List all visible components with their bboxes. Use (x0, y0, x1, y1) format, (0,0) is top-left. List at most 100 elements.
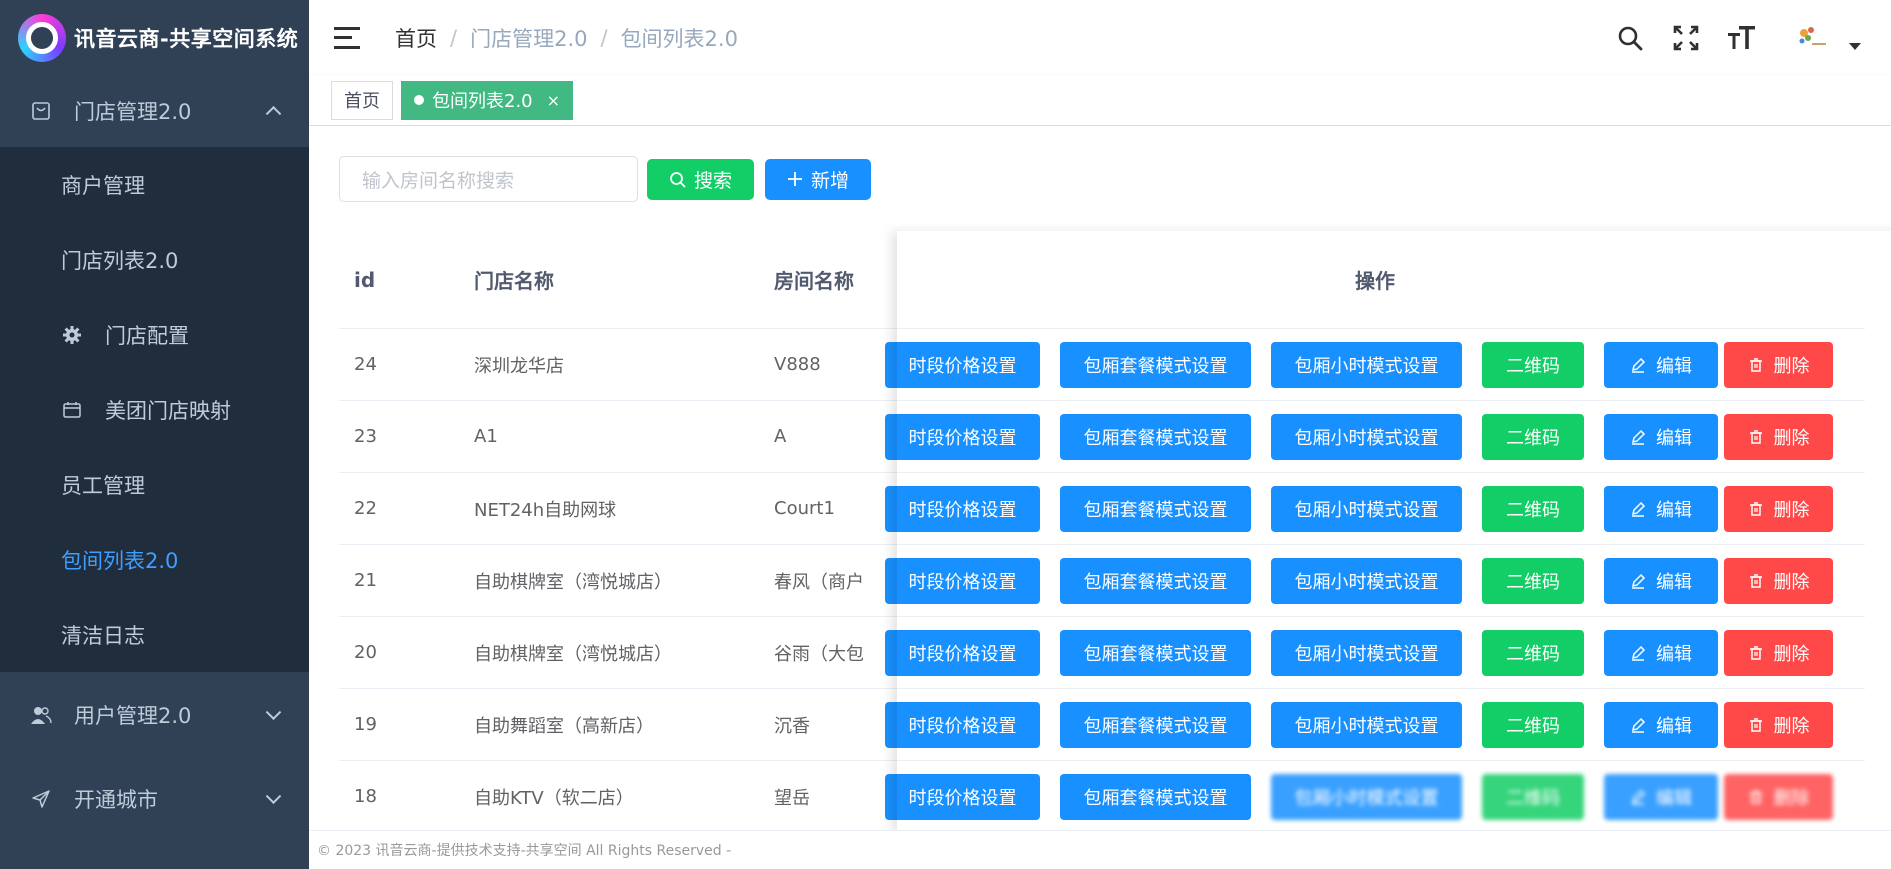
time-price-button[interactable]: 时段价格设置 (885, 341, 1040, 388)
edit-button-label: 编辑 (1656, 715, 1692, 737)
cell-id: 24 (354, 354, 377, 375)
hour-mode-button[interactable]: 包厢小时模式设置 (1271, 629, 1462, 676)
breadcrumb-home[interactable]: 首页 (395, 23, 437, 53)
close-icon[interactable]: × (547, 91, 560, 110)
sidebar-item-label: 门店列表2.0 (61, 248, 179, 273)
cell-actions: 时段价格设置 包厢套餐模式设置 包厢小时模式设置 二维码 编辑 删除 (863, 485, 1865, 532)
edit-button-label: 编辑 (1656, 643, 1692, 665)
delete-button[interactable]: 删除 (1724, 341, 1833, 388)
table-row: 22 NET24h自助网球 Court1 时段价格设置 包厢套餐模式设置 包厢小时模式设置… (339, 473, 1865, 545)
delete-button[interactable]: 删除 (1724, 485, 1833, 532)
package-mode-button[interactable]: 包厢套餐模式设置 (1060, 341, 1251, 388)
room-table: id 门店名称 房间名称 操作 24 深圳龙华店 V888 时段价格设置 包厢套餐模式设… (339, 231, 1865, 833)
cell-id: 22 (354, 498, 377, 519)
menu-group-store[interactable]: 门店管理2.0 (0, 75, 309, 147)
cell-store-name: NET24h自助网球 (474, 499, 617, 521)
menu-group-user[interactable]: 用户管理2.0 (0, 672, 309, 758)
qrcode-button[interactable]: 二维码 (1482, 485, 1584, 532)
footer: © 2023 讯音云商-提供技术支持-共享空间 All Rights Reser… (309, 830, 1891, 869)
breadcrumb-separator: / (600, 25, 608, 50)
delete-button-label: 删除 (1773, 571, 1810, 593)
tag-home[interactable]: 首页 (331, 80, 393, 120)
cell-room-name: A (774, 426, 787, 447)
column-header-room: 房间名称 (774, 269, 854, 293)
edit-button[interactable]: 编辑 (1604, 773, 1718, 820)
tag-room-list[interactable]: 包间列表2.0 × (401, 80, 574, 120)
cell-actions: 时段价格设置 包厢套餐模式设置 包厢小时模式设置 二维码 编辑 删除 (863, 413, 1865, 460)
add-button[interactable]: 新增 (765, 158, 872, 200)
qrcode-button[interactable]: 二维码 (1482, 413, 1584, 460)
time-price-button[interactable]: 时段价格设置 (885, 701, 1040, 748)
package-mode-button[interactable]: 包厢套餐模式设置 (1060, 557, 1251, 604)
delete-button[interactable]: 删除 (1724, 773, 1833, 820)
room-search-input[interactable]: 输入房间名称搜索 (339, 156, 638, 202)
sidebar-item-staff[interactable]: 员工管理 (0, 447, 309, 522)
edit-button[interactable]: 编辑 (1604, 341, 1718, 388)
avatar[interactable] (1791, 17, 1831, 58)
search-button[interactable]: 搜索 (647, 158, 755, 200)
time-price-button[interactable]: 时段价格设置 (885, 557, 1040, 604)
plus-icon (787, 171, 803, 187)
package-mode-button[interactable]: 包厢套餐模式设置 (1060, 773, 1251, 820)
sidebar-item-room-list[interactable]: 包间列表2.0 (0, 522, 309, 597)
sidebar-item-cleaning-log[interactable]: 清洁日志 (0, 597, 309, 672)
cell-room-name: 春风（商户无 (774, 571, 863, 593)
package-mode-button[interactable]: 包厢套餐模式设置 (1060, 629, 1251, 676)
sidebar-item-store-config[interactable]: 门店配置 (0, 297, 309, 372)
delete-button-label: 删除 (1773, 787, 1810, 809)
hour-mode-button[interactable]: 包厢小时模式设置 (1271, 773, 1462, 820)
cell-store-name: 深圳龙华店 (474, 355, 564, 377)
hour-mode-button[interactable]: 包厢小时模式设置 (1271, 485, 1462, 532)
edit-icon (1630, 429, 1646, 445)
hour-mode-button[interactable]: 包厢小时模式设置 (1271, 701, 1462, 748)
cell-actions: 时段价格设置 包厢套餐模式设置 包厢小时模式设置 二维码 编辑 删除 (863, 629, 1865, 676)
edit-button[interactable]: 编辑 (1604, 629, 1718, 676)
qrcode-button[interactable]: 二维码 (1482, 557, 1584, 604)
font-size-icon[interactable] (1728, 24, 1756, 52)
hour-mode-button[interactable]: 包厢小时模式设置 (1271, 341, 1462, 388)
time-price-button[interactable]: 时段价格设置 (885, 413, 1040, 460)
sidebar-item-meituan-map[interactable]: 美团门店映射 (0, 372, 309, 447)
time-price-button[interactable]: 时段价格设置 (885, 485, 1040, 532)
sidebar-item-store-list[interactable]: 门店列表2.0 (0, 222, 309, 297)
chevron-down-icon (265, 788, 282, 805)
edit-button[interactable]: 编辑 (1604, 413, 1718, 460)
sidebar-item-merchant[interactable]: 商户管理 (0, 147, 309, 222)
qrcode-button[interactable]: 二维码 (1482, 773, 1584, 820)
qrcode-button[interactable]: 二维码 (1482, 701, 1584, 748)
package-mode-button[interactable]: 包厢套餐模式设置 (1060, 485, 1251, 532)
breadcrumb-store-mgmt: 门店管理2.0 (470, 26, 588, 51)
hamburger-icon[interactable] (334, 26, 360, 49)
hour-mode-button[interactable]: 包厢小时模式设置 (1271, 413, 1462, 460)
cell-id: 18 (354, 786, 377, 807)
delete-button[interactable]: 删除 (1724, 701, 1833, 748)
time-price-button[interactable]: 时段价格设置 (885, 629, 1040, 676)
edit-button[interactable]: 编辑 (1604, 701, 1718, 748)
delete-button[interactable]: 删除 (1724, 413, 1833, 460)
menu-group-city[interactable]: 开通城市 (0, 758, 309, 840)
caret-down-icon[interactable] (1849, 43, 1861, 50)
delete-button[interactable]: 删除 (1724, 557, 1833, 604)
logo-icon (18, 13, 66, 62)
delete-button[interactable]: 删除 (1724, 629, 1833, 676)
qrcode-button[interactable]: 二维码 (1482, 629, 1584, 676)
hour-mode-button[interactable]: 包厢小时模式设置 (1271, 557, 1462, 604)
edit-button-label: 编辑 (1656, 355, 1692, 377)
edit-button[interactable]: 编辑 (1604, 557, 1718, 604)
add-button-label: 新增 (811, 169, 850, 192)
sidebar-item-label: 门店配置 (105, 323, 189, 348)
active-dot-icon (414, 95, 424, 105)
time-price-button[interactable]: 时段价格设置 (885, 773, 1040, 820)
search-icon[interactable] (1616, 24, 1644, 52)
cell-store-name: 自助KTV（软二店） (474, 787, 634, 809)
trash-icon (1748, 645, 1764, 661)
cell-store-name: 自助舞蹈室（高新店） (474, 715, 654, 737)
breadcrumb-separator: / (450, 25, 458, 50)
qrcode-button[interactable]: 二维码 (1482, 341, 1584, 388)
table-row: 24 深圳龙华店 V888 时段价格设置 包厢套餐模式设置 包厢小时模式设置 二维码 编辑 删除 (339, 329, 1865, 401)
package-mode-button[interactable]: 包厢套餐模式设置 (1060, 701, 1251, 748)
package-mode-button[interactable]: 包厢套餐模式设置 (1060, 413, 1251, 460)
breadcrumb-room-list: 包间列表2.0 (620, 26, 738, 51)
edit-button[interactable]: 编辑 (1604, 485, 1718, 532)
fullscreen-icon[interactable] (1672, 24, 1700, 52)
